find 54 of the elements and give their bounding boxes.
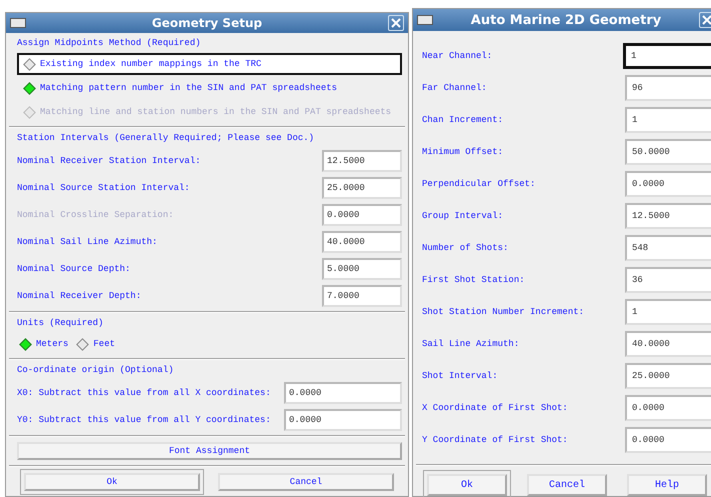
- dialog-button[interactable]: Ok: [423, 470, 511, 497]
- field-label: Nominal Receiver Station Interval:: [17, 156, 201, 166]
- radio-option[interactable]: Feet: [74, 333, 120, 355]
- section-heading: Units (Required): [17, 317, 104, 330]
- input-field[interactable]: 40.0000: [322, 230, 402, 252]
- input-field[interactable]: 1: [623, 43, 711, 69]
- input-field[interactable]: 0.0000: [284, 382, 402, 404]
- field-label: Y0: Subtract this value from all Y coordinates:: [17, 414, 271, 424]
- input-field[interactable]: 50.0000: [625, 139, 711, 165]
- input-field[interactable]: 40.0000: [625, 331, 711, 357]
- field-label: Far Channel:: [422, 83, 487, 93]
- radio-option[interactable]: Matching pattern number in the SIN and PAT spreadsheets: [17, 77, 402, 99]
- window-title: Auto Marine 2D Geometry: [470, 12, 662, 28]
- field-label: Nominal Crossline Separation:: [17, 210, 174, 220]
- field-label: Minimum Offset:: [422, 147, 504, 157]
- radio-option[interactable]: Meters: [17, 333, 72, 355]
- field-label: Shot Station Number Increment:: [422, 307, 584, 317]
- input-field[interactable]: 1: [625, 299, 711, 325]
- input-field[interactable]: 25.0000: [625, 363, 711, 389]
- field-label: Y Coordinate of First Shot:: [422, 435, 568, 445]
- field-label: X0: Subtract this value from all X coordinates:: [17, 388, 271, 398]
- input-field[interactable]: 0.0000: [625, 395, 711, 421]
- field-label: Nominal Receiver Depth:: [17, 290, 142, 300]
- input-field[interactable]: 1: [625, 107, 711, 133]
- field-label: First Shot Station:: [422, 275, 525, 285]
- input-field[interactable]: 96: [625, 75, 711, 101]
- input-field[interactable]: 0.0000: [284, 408, 402, 430]
- field-label: Chan Increment:: [422, 115, 504, 125]
- input-field[interactable]: 12.5000: [625, 203, 711, 229]
- field-label: Nominal Source Station Interval:: [17, 182, 190, 192]
- font-assignment-button[interactable]: Font Assignment: [17, 442, 402, 460]
- input-field[interactable]: 12.5000: [322, 150, 402, 172]
- field-label: Shot Interval:: [422, 371, 498, 381]
- section-heading: Assign Midpoints Method (Required): [17, 37, 202, 50]
- input-field[interactable]: 0.0000: [625, 427, 711, 453]
- radio-option[interactable]: Existing index number mappings in the TRC: [17, 53, 402, 75]
- section-heading: Station Intervals (Generally Required; Please see Doc.): [17, 132, 316, 145]
- input-field[interactable]: 0.0000: [625, 171, 711, 197]
- field-label: X Coordinate of First Shot:: [422, 403, 568, 413]
- input-field[interactable]: 7.0000: [322, 284, 402, 306]
- field-label: Group Interval:: [422, 211, 504, 221]
- field-label: Number of Shots:: [422, 243, 508, 253]
- dialog-button[interactable]: Ok: [20, 469, 204, 495]
- input-field[interactable]: 548: [625, 235, 711, 261]
- field-label: Perpendicular Offset:: [422, 179, 536, 189]
- field-label: Sail Line Azimuth:: [422, 339, 520, 349]
- field-label: Nominal Sail Line Azimuth:: [17, 236, 158, 246]
- section-heading: Co-ordinate origin (Optional): [17, 364, 175, 377]
- input-field[interactable]: 25.0000: [322, 176, 402, 198]
- window-title: Geometry Setup: [150, 16, 264, 30]
- field-label: Nominal Source Depth:: [17, 264, 130, 274]
- input-field[interactable]: 36: [625, 267, 711, 293]
- field-label: Near Channel:: [422, 51, 492, 61]
- input-field[interactable]: 5.0000: [322, 258, 402, 280]
